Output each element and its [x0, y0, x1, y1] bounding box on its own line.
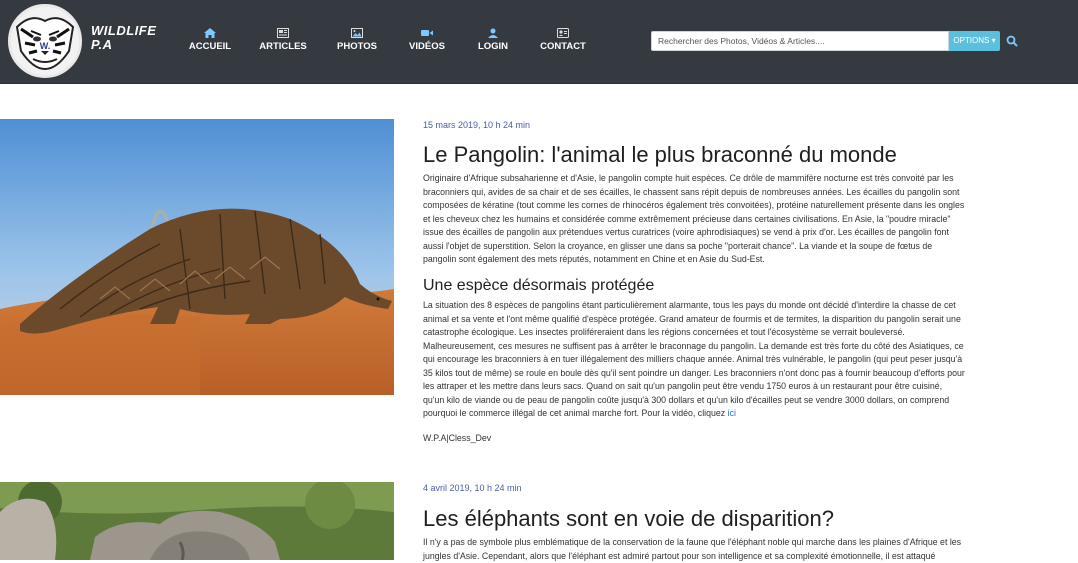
search-input[interactable]: Rechercher des Photos, Vidéos & Articles… — [651, 31, 949, 51]
pangolin-image[interactable] — [0, 119, 394, 395]
article-title[interactable]: Le Pangolin: l'animal le plus braconné d… — [423, 142, 897, 168]
nav-login[interactable]: LOGIN — [458, 28, 528, 52]
home-icon — [204, 28, 216, 38]
video-icon — [421, 30, 433, 36]
brand-line1: WILDLIFE — [91, 23, 157, 38]
article-paragraph: Il n'y a pas de symbole plus emblématiqu… — [423, 537, 962, 561]
article-paragraph: La situation des 8 espèces de pangolins … — [423, 299, 965, 421]
newspaper-icon — [277, 28, 289, 38]
nav-label: CONTACT — [540, 41, 586, 52]
article-title[interactable]: Les éléphants sont en voie de disparitio… — [423, 506, 834, 532]
nav-label: ACCUEIL — [188, 41, 232, 52]
nav-label: ARTICLES — [259, 41, 307, 52]
nav-label: PHOTOS — [337, 41, 377, 52]
nav-contact[interactable]: CONTACT — [528, 28, 598, 52]
svg-text:W.: W. — [40, 41, 51, 51]
article-subtitle: Une espèce désormais protégée — [423, 277, 655, 294]
options-label: OPTIONS — [953, 36, 990, 45]
brand-name[interactable]: WILDLIFE P.A — [91, 24, 156, 52]
search-icon[interactable] — [1006, 35, 1018, 47]
nav-photos[interactable]: PHOTOS — [322, 28, 392, 52]
video-link[interactable]: ici — [728, 408, 736, 418]
article-date: 4 avril 2019, 10 h 24 min — [423, 483, 522, 493]
contact-card-icon — [557, 28, 569, 38]
site-logo[interactable]: W. — [8, 4, 82, 78]
image-icon — [351, 28, 363, 38]
brand-line2: P.A — [91, 37, 113, 52]
article-author: W.P.A|Cless_Dev — [423, 433, 492, 443]
article-paragraph: Originaire d'Afrique subsaharienne et d'… — [423, 173, 965, 264]
paragraph-text: La situation des 8 espèces de pangolins … — [423, 300, 965, 418]
options-dropdown-button[interactable]: OPTIONS ▾ — [949, 31, 1000, 51]
nav-videos[interactable]: VIDÉOS — [392, 28, 462, 52]
user-icon — [488, 28, 498, 38]
nav-accueil[interactable]: ACCUEIL — [175, 28, 245, 52]
nav-label: VIDÉOS — [409, 41, 445, 52]
elephant-image[interactable] — [0, 482, 394, 560]
top-navbar: W. WILDLIFE P.A ACCUEIL ARTICLES PHOTOS … — [0, 0, 1078, 84]
article-date: 15 mars 2019, 10 h 24 min — [423, 120, 531, 130]
nav-label: LOGIN — [477, 41, 509, 52]
nav-articles[interactable]: ARTICLES — [248, 28, 318, 52]
